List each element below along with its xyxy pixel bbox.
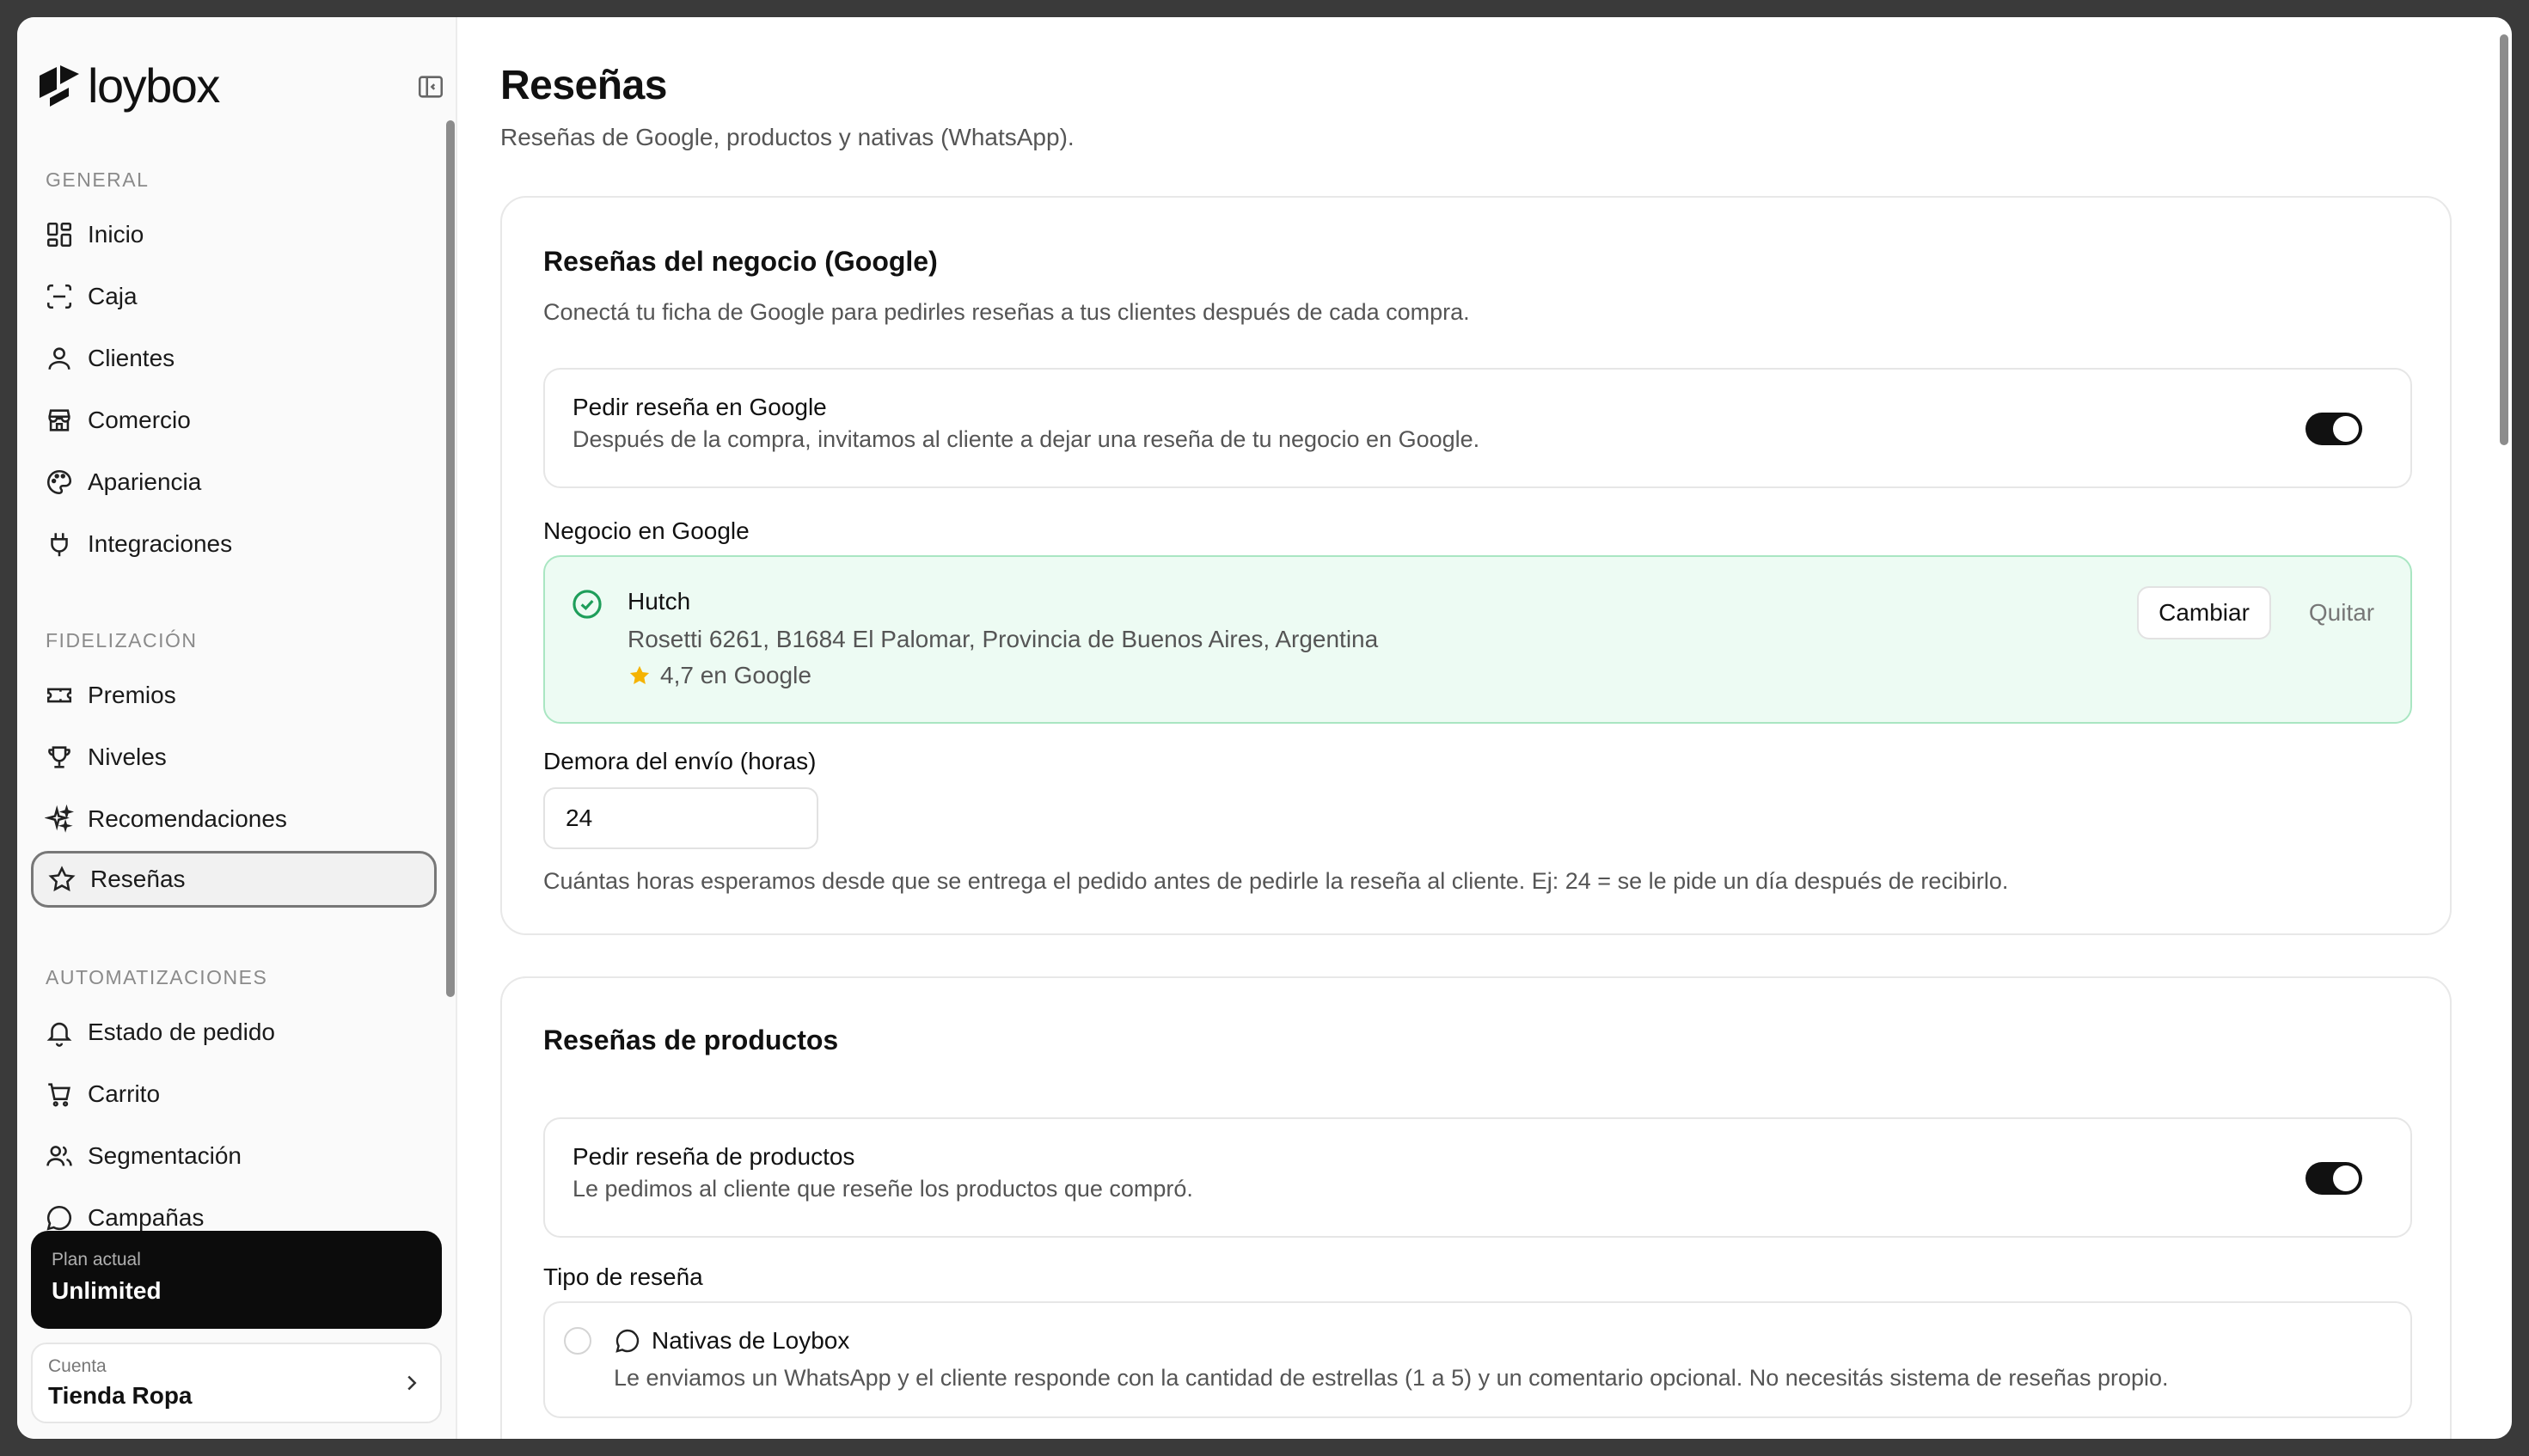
section-label-general: GENERAL [46,168,150,191]
page-title: Reseñas [500,63,667,108]
star-icon [48,866,76,892]
sidebar-item-carrito[interactable]: Carrito [31,1066,437,1123]
sidebar-item-label: Estado de pedido [88,1019,275,1045]
sidebar-item-label: Caja [88,283,138,309]
trophy-icon [48,746,70,768]
sidebar-item-apariencia[interactable]: Apariencia [31,454,437,511]
product-review-toggle-row: Pedir reseña de productos Le pedimos al … [543,1117,2412,1238]
remove-business-button[interactable]: Quitar [2290,586,2393,639]
sidebar-item-label: Inicio [88,221,144,248]
ticket-icon [46,688,72,703]
google-business-label: Negocio en Google [543,517,750,544]
account-switcher[interactable]: Cuenta Tienda Ropa [31,1343,442,1423]
store-icon [48,409,70,431]
sidebar-item-caja[interactable]: Caja [31,268,437,325]
sidebar-item-segmentacion[interactable]: Segmentación [31,1128,437,1184]
sidebar-item-label: Clientes [88,345,175,371]
user-icon [48,347,70,370]
sidebar-item-clientes[interactable]: Clientes [31,330,437,387]
review-type-option-native[interactable]: Nativas de Loybox Le enviamos un WhatsAp… [543,1301,2412,1418]
product-reviews-card: Reseñas de productos Pedir reseña de pro… [500,976,2452,1439]
palette-icon [46,469,72,495]
sidebar-item-comercio[interactable]: Comercio [31,392,437,449]
main-content: Reseñas Reseñas de Google, productos y n… [457,17,2512,1439]
sidebar-item-integraciones[interactable]: Integraciones [31,516,437,572]
product-review-toggle[interactable] [2305,1162,2362,1195]
sidebar-item-recomendaciones[interactable]: Recomendaciones [31,791,437,847]
sidebar-item-label: Recomendaciones [88,805,287,832]
sidebar-item-label: Segmentación [88,1142,242,1169]
plan-card[interactable]: Plan actual Unlimited [31,1231,442,1329]
check-circle-icon [573,590,602,619]
dashboard-icon [46,222,72,248]
account-label: Cuenta [48,1356,107,1376]
delay-help-text: Cuántas horas esperamos desde que se ent… [543,868,2009,894]
google-review-toggle[interactable] [2305,413,2362,445]
sidebar-item-premios[interactable]: Premios [31,667,437,724]
sidebar-collapse-icon[interactable] [416,72,445,101]
star-filled-icon [629,665,650,685]
account-name: Tienda Ropa [48,1382,193,1409]
review-type-radio[interactable] [564,1327,591,1355]
google-toggle-description: Después de la compra, invitamos al clien… [573,426,1480,452]
brand-logo[interactable]: loybox [38,60,450,112]
google-card-title: Reseñas del negocio (Google) [543,246,938,277]
sidebar-item-label: Premios [88,682,176,708]
delay-hours-input[interactable] [543,787,818,849]
business-rating-text: 4,7 en Google [660,662,811,688]
sidebar-item-label: Comercio [88,407,191,433]
sidebar-item-resenas[interactable]: Reseñas [31,851,437,908]
google-reviews-card: Reseñas del negocio (Google) Conectá tu … [500,196,2452,935]
sparkles-icon [45,804,74,833]
scan-icon [46,284,72,309]
sidebar-item-label: Campañas [88,1204,205,1231]
sidebar: loybox GENERAL Inicio Caja Clientes Come… [17,17,457,1439]
brand-name: loybox [88,58,220,113]
loybox-logo-icon [40,65,79,107]
review-type-option-title: Nativas de Loybox [652,1327,850,1354]
business-address: Rosetti 6261, B1684 El Palomar, Provinci… [628,626,1379,652]
sidebar-item-label: Carrito [88,1080,161,1107]
users-icon [46,1146,72,1166]
sidebar-item-label: Integraciones [88,530,233,557]
cart-icon [48,1083,70,1107]
sidebar-item-estado-de-pedido[interactable]: Estado de pedido [31,1004,437,1061]
plan-label: Plan actual [52,1250,141,1269]
plan-value: Unlimited [52,1277,162,1304]
section-label-automatizaciones: AUTOMATIZACIONES [46,966,268,988]
sidebar-item-label: Apariencia [88,468,202,495]
chat-bubble-icon [46,1205,71,1231]
chat-bubble-icon [615,1329,640,1353]
delay-label: Demora del envío (horas) [543,748,817,774]
sidebar-scrollbar[interactable] [446,120,455,997]
google-toggle-title: Pedir reseña en Google [573,394,827,420]
business-name: Hutch [628,588,691,615]
chevron-right-icon [407,1375,417,1391]
sidebar-item-label: Reseñas [90,866,186,892]
main-scrollbar[interactable] [2500,34,2508,445]
google-card-description: Conectá tu ficha de Google para pedirles… [543,299,1470,325]
app-window: loybox GENERAL Inicio Caja Clientes Come… [17,17,2512,1439]
plug-icon [51,533,68,557]
sidebar-item-label: Niveles [88,743,167,770]
products-toggle-description: Le pedimos al cliente que reseñe los pro… [573,1176,1193,1202]
google-business-box: Hutch Rosetti 6261, B1684 El Palomar, Pr… [543,555,2412,724]
review-type-label: Tipo de reseña [543,1263,703,1290]
business-rating: 4,7 en Google [628,662,811,689]
review-type-option-description: Le enviamos un WhatsApp y el cliente res… [614,1365,2169,1391]
change-business-button[interactable]: Cambiar [2137,586,2271,639]
bell-icon [46,1022,72,1047]
products-toggle-title: Pedir reseña de productos [573,1143,855,1170]
sidebar-item-inicio[interactable]: Inicio [31,206,437,263]
section-label-fidelizacion: FIDELIZACIÓN [46,629,198,652]
products-card-title: Reseñas de productos [543,1025,839,1055]
sidebar-item-niveles[interactable]: Niveles [31,729,437,786]
page-subtitle: Reseñas de Google, productos y nativas (… [500,124,1075,150]
google-review-toggle-row: Pedir reseña en Google Después de la com… [543,368,2412,488]
